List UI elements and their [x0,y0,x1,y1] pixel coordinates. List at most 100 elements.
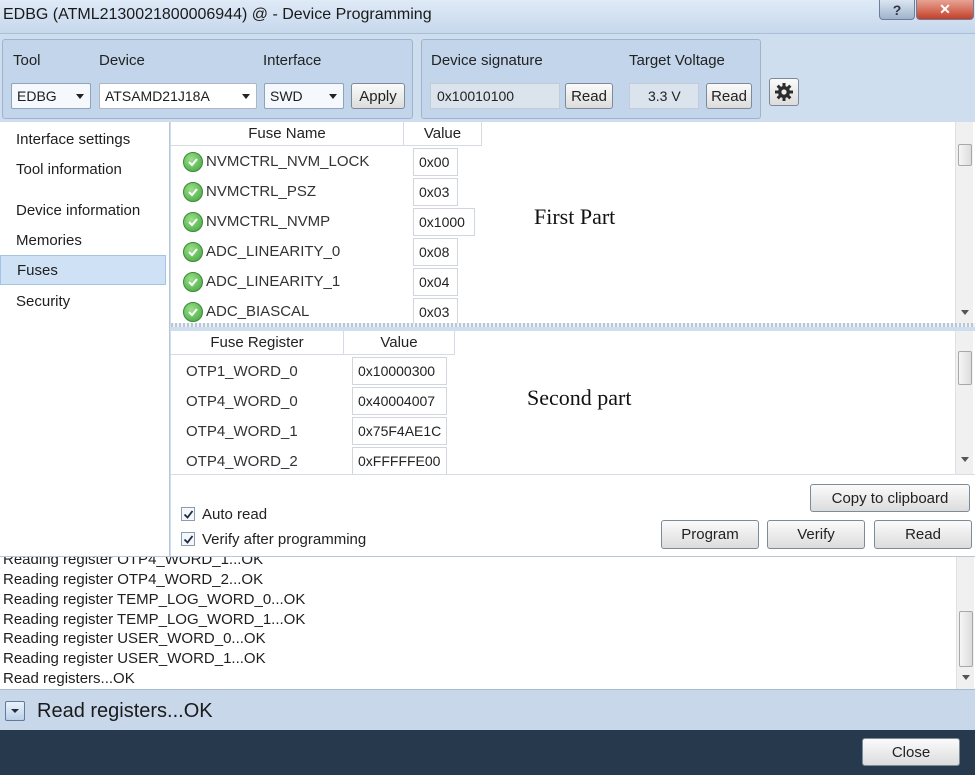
sidebar-item-security[interactable]: Security [0,287,166,317]
check-icon [183,242,203,262]
voltage-label: Target Voltage [629,52,725,69]
checkmark-icon [183,510,194,519]
table-row[interactable]: OTP4_WORD_2 0xFFFFFE00 [171,446,951,474]
column-header-fuse-register: Fuse Register [171,331,344,355]
verify-after-programming-checkbox[interactable] [181,532,195,546]
table-row[interactable]: ADC_LINEARITY_1 0x04 [171,267,951,297]
signature-read-button[interactable]: Read [565,83,613,109]
signature-value: 0x10010100 [430,83,560,109]
log-line: Reading register USER_WORD_1...OK [3,650,266,667]
check-icon [183,272,203,292]
log-line: Read registers...OK [3,670,135,687]
fuse-name: NVMCTRL_NVMP [206,213,331,230]
check-icon [183,182,203,202]
register-value-field[interactable]: 0xFFFFFE00 [352,447,447,474]
column-header-value: Value [344,331,455,355]
verify-after-programming-label: Verify after programming [202,531,367,548]
register-name: OTP4_WORD_0 [186,393,298,410]
chevron-down-icon [242,94,250,99]
log-line: Reading register USER_WORD_0...OK [3,630,266,647]
fuse-value-field[interactable]: 0x00 [413,148,458,176]
scrollbar-thumb[interactable] [958,351,972,385]
tool-select-value: EDBG [17,88,57,104]
scrollbar-thumb[interactable] [959,611,973,667]
help-button[interactable]: ? [879,0,915,20]
device-label: Device [99,52,145,69]
register-value-field[interactable]: 0x40004007 [352,387,447,415]
title-bar: EDBG (ATML2130021800006944) @ - Device P… [0,0,975,34]
table-row[interactable]: OTP1_WORD_0 0x10000300 [171,356,951,386]
signature-group: Device signature Target Voltage 0x100101… [421,39,761,119]
settings-button[interactable] [769,78,799,106]
table-row[interactable]: ADC_BIASCAL 0x03 [171,297,951,323]
status-message: Read registers...OK [37,700,213,722]
toolbar: Tool Device Interface EDBG ATSAMD21J18A … [0,34,975,122]
fuse-actions-area: Auto read Verify after programming Copy … [171,474,975,556]
fuse-value-field[interactable]: 0x08 [413,238,458,266]
tool-select[interactable]: EDBG [11,83,91,109]
status-expand-button[interactable] [5,701,25,721]
fuse-value-field[interactable]: 0x03 [413,298,458,323]
sidebar-nav: Interface settings Tool information Devi… [0,122,170,556]
fuse-name: ADC_LINEARITY_0 [206,243,341,260]
window-close-button[interactable]: ✕ [916,0,974,20]
tool-group: Tool Device Interface EDBG ATSAMD21J18A … [2,39,413,119]
program-button[interactable]: Program [661,520,759,549]
check-icon [183,212,203,232]
register-value-field[interactable]: 0x75F4AE1C [352,417,447,445]
dialog-footer: Close [0,730,975,775]
fuse-value-field[interactable]: 0x04 [413,268,458,296]
tool-label: Tool [13,52,41,69]
interface-label: Interface [263,52,322,69]
read-button[interactable]: Read [874,520,972,549]
sidebar-item-memories[interactable]: Memories [0,226,166,256]
scrollbar-thumb[interactable] [958,144,972,166]
close-button[interactable]: Close [862,738,960,766]
fuse-name: ADC_BIASCAL [206,303,310,320]
apply-button[interactable]: Apply [351,83,405,109]
table-row[interactable]: NVMCTRL_NVM_LOCK 0x00 [171,147,951,177]
second-part-annotation: Second part [527,385,632,410]
table-row[interactable]: OTP4_WORD_1 0x75F4AE1C [171,416,951,446]
column-header-fuse-name: Fuse Name [171,122,404,146]
gear-icon [775,83,793,101]
voltage-read-button[interactable]: Read [706,83,752,109]
fuse-value-field[interactable]: 0x03 [413,178,458,206]
panel-splitter[interactable] [171,323,975,327]
checkmark-icon [183,535,194,544]
sidebar-item-interface-settings[interactable]: Interface settings [0,125,166,155]
voltage-value: 3.3 V [629,83,699,109]
auto-read-checkbox[interactable] [181,507,195,521]
register-name: OTP4_WORD_1 [186,423,298,440]
chevron-down-icon [329,94,337,99]
sidebar-item-tool-information[interactable]: Tool information [0,155,166,185]
scroll-down-icon[interactable] [962,675,970,680]
table-row[interactable]: NVMCTRL_PSZ 0x03 [171,177,951,207]
fuses-table: Fuse Name Value NVMCTRL_NVM_LOCK 0x00 NV… [171,122,975,323]
register-value-field[interactable]: 0x10000300 [352,357,447,385]
scroll-down-icon[interactable] [961,310,969,315]
status-bar: Read registers...OK [0,689,975,730]
registers-scrollbar[interactable] [955,331,973,474]
log-line: Reading register TEMP_LOG_WORD_0...OK [3,591,306,608]
chevron-down-icon [11,709,19,713]
sidebar-item-device-information[interactable]: Device information [0,196,166,226]
register-name: OTP1_WORD_0 [186,363,298,380]
verify-button[interactable]: Verify [767,520,865,549]
fuse-name: NVMCTRL_NVM_LOCK [206,153,370,170]
copy-to-clipboard-button[interactable]: Copy to clipboard [810,484,970,512]
log-line: Reading register OTP4_WORD_2...OK [3,571,264,588]
fuses-scrollbar[interactable] [955,122,973,323]
device-select-value: ATSAMD21J18A [105,88,210,104]
interface-select[interactable]: SWD [264,83,344,109]
device-select[interactable]: ATSAMD21J18A [99,83,257,109]
log-line: Reading register TEMP_LOG_WORD_1...OK [3,611,306,628]
scroll-down-icon[interactable] [961,457,969,462]
check-icon [183,302,203,322]
first-part-annotation: First Part [534,204,616,229]
sidebar-item-fuses[interactable]: Fuses [0,255,166,285]
log-scrollbar[interactable] [956,557,974,689]
table-row[interactable]: ADC_LINEARITY_0 0x08 [171,237,951,267]
register-name: OTP4_WORD_2 [186,453,298,470]
fuse-value-field[interactable]: 0x1000 [413,208,475,236]
